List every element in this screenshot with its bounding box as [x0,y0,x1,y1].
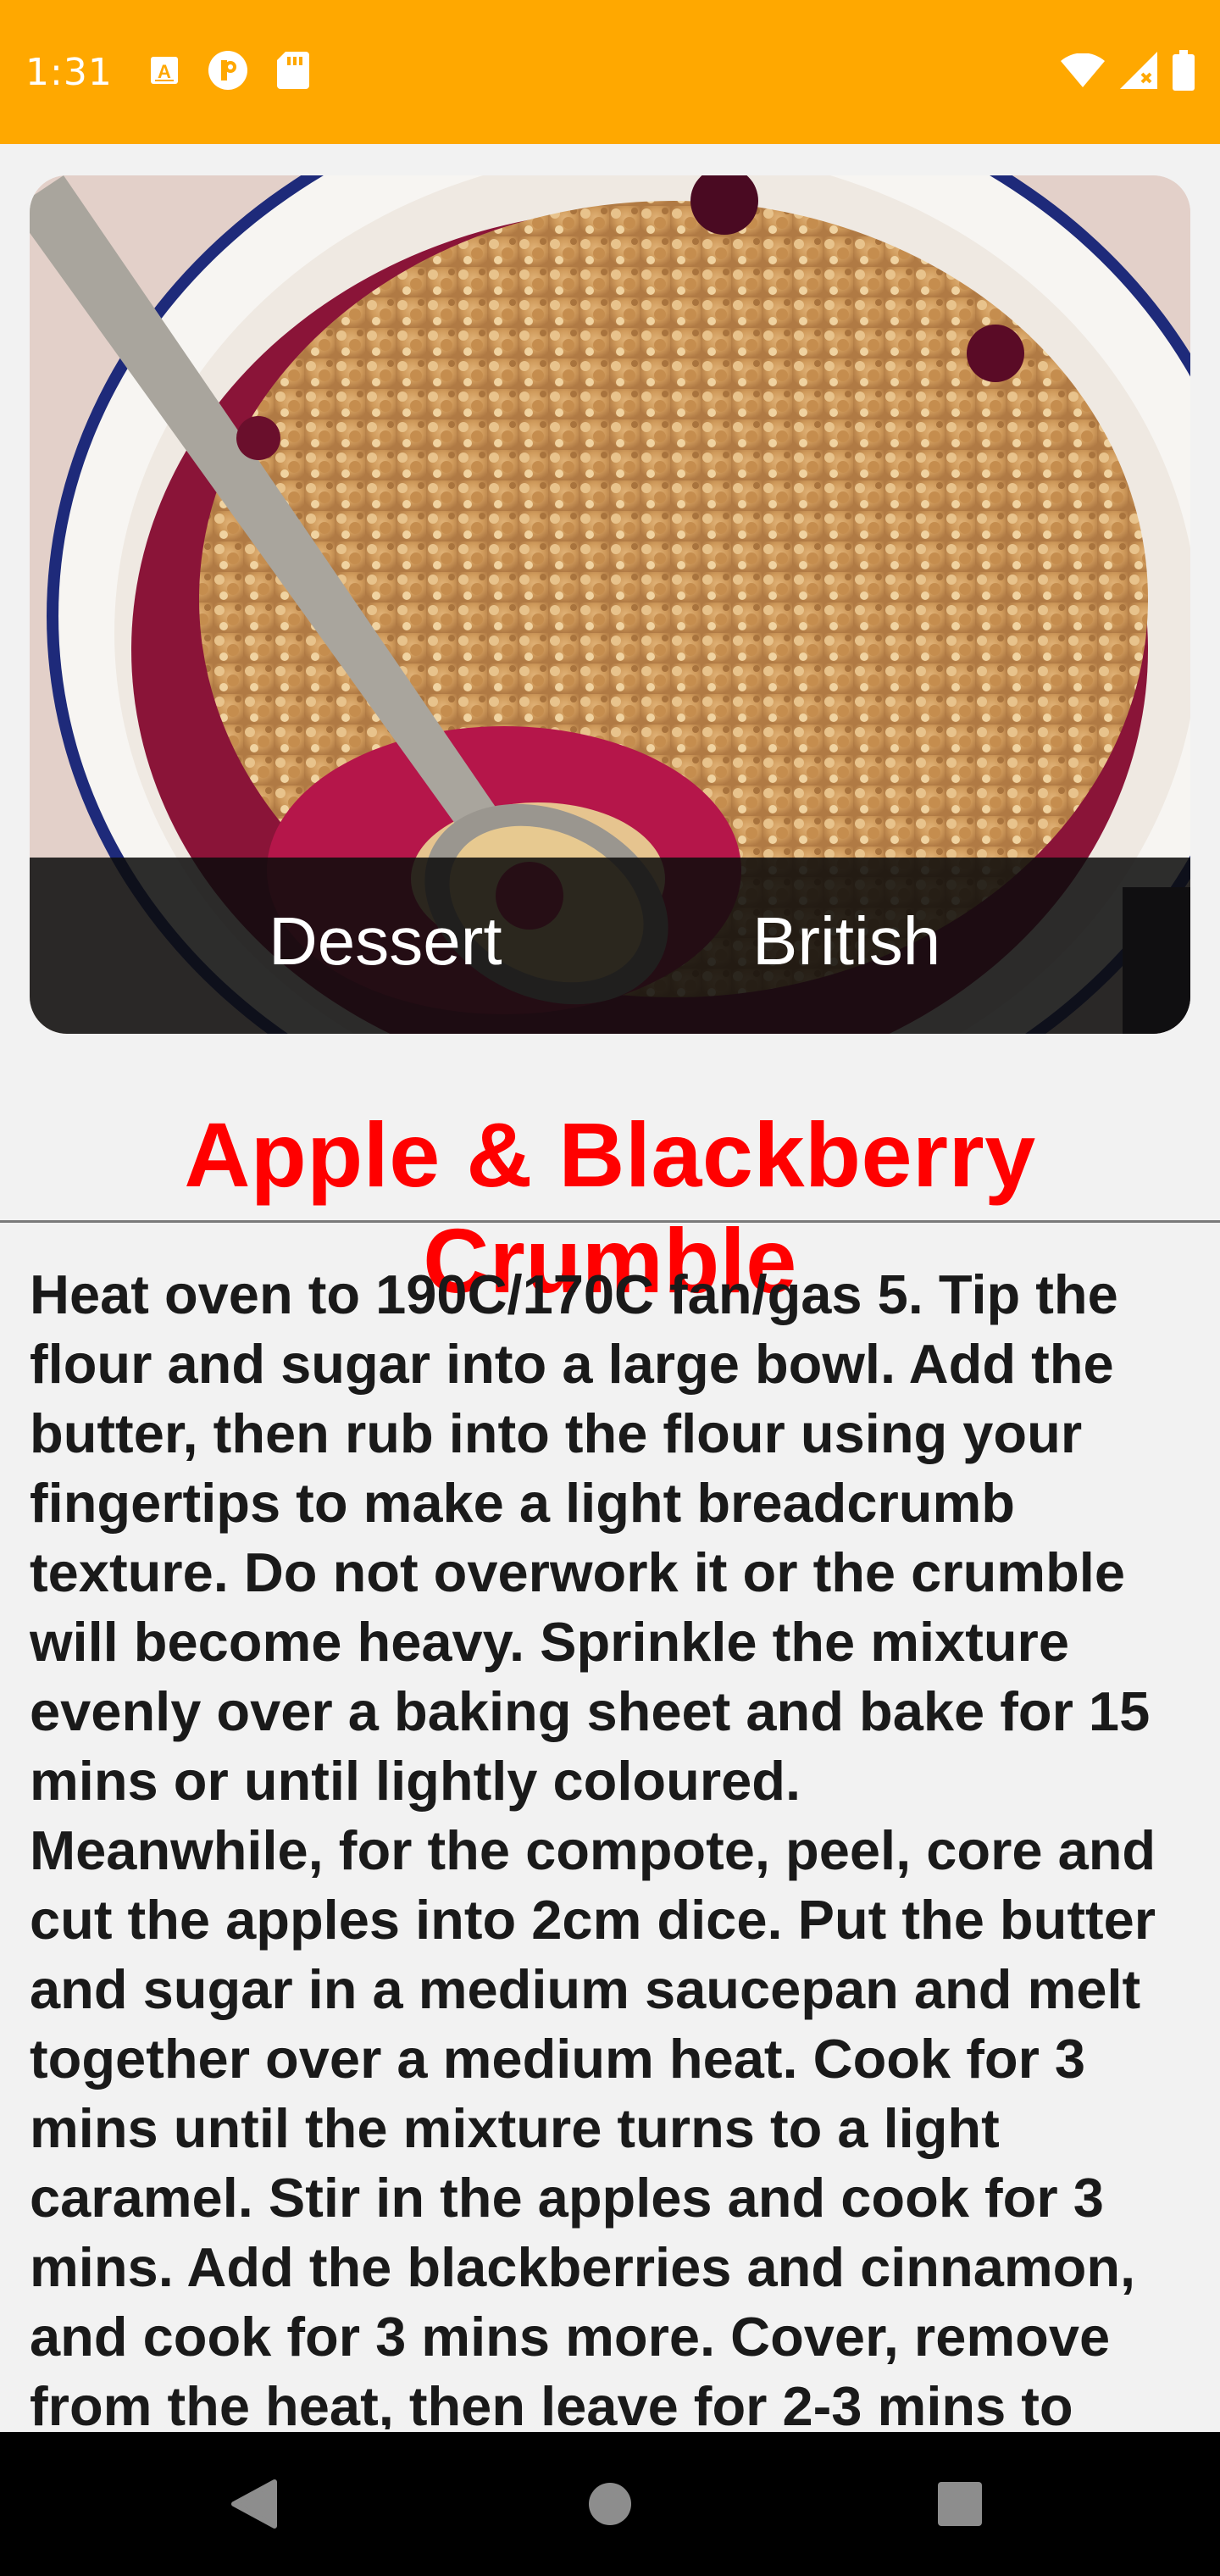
recipe-image-card[interactable] [30,175,1190,1034]
circle-p-icon [208,50,248,95]
cell-signal-icon [1120,51,1157,93]
image-caption-overlay [30,858,1190,1034]
svg-text:A: A [158,61,171,82]
sd-card-icon [276,51,309,93]
wifi-icon [1061,52,1105,92]
back-icon [231,2479,277,2529]
recipe-area: British [752,903,941,979]
recipe-instructions: Heat oven to 190C/170C fan/gas 5. Tip th… [30,1263,1156,2429]
status-time: 1:31 [25,50,113,94]
recents-button[interactable] [892,2432,1028,2576]
recents-icon [938,2482,982,2526]
battery-icon [1173,49,1195,95]
keyboard-a-icon: A [150,56,179,89]
status-icons-right [1061,49,1195,95]
status-icons-left: A [150,50,309,95]
status-bar: 1:31 A [0,0,1220,144]
recipe-category: Dessert [269,903,502,979]
title-divider [0,1220,1220,1223]
back-button[interactable] [186,2432,322,2576]
home-button[interactable] [542,2432,678,2576]
navigation-bar [0,2432,1220,2576]
home-icon [589,2483,631,2525]
